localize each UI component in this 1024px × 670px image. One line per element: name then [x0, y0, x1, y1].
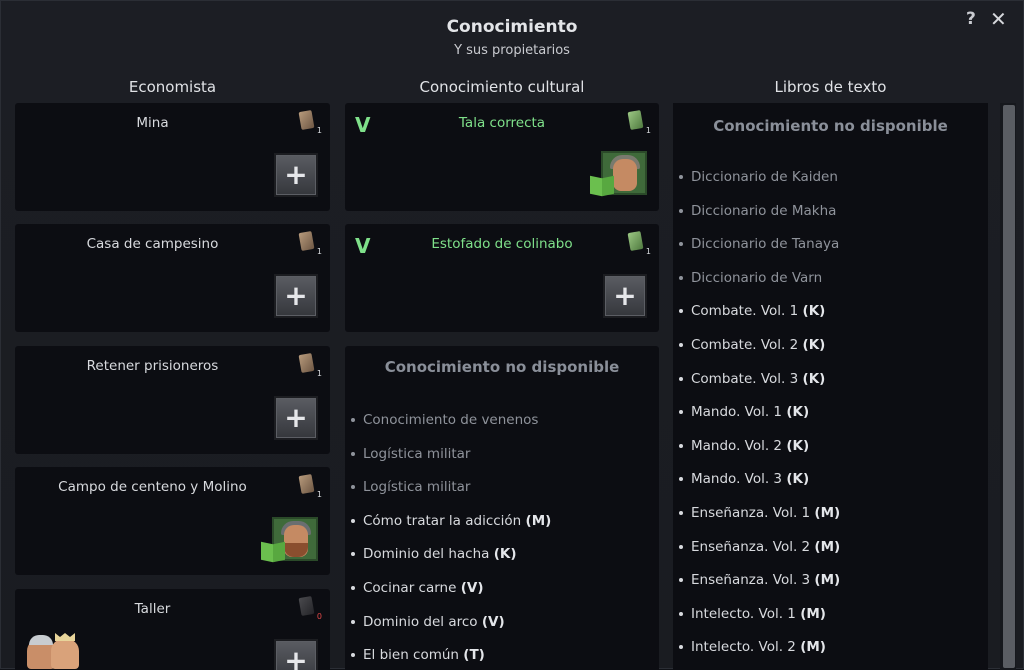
- list-item[interactable]: Combate. Vol. 3 (K): [673, 369, 988, 403]
- book-icon: 1: [627, 231, 651, 256]
- cultural-unavailable-list: Conocimiento de venenos Logística milita…: [345, 410, 659, 670]
- knowledge-card-mina: Mina 1 +: [15, 103, 330, 211]
- card-label: Taller: [134, 601, 171, 617]
- add-owner-button[interactable]: +: [274, 396, 318, 440]
- window-title: Conocimiento: [446, 17, 578, 37]
- book-icon: 1: [298, 110, 322, 135]
- card-label: Casa de campesino: [86, 236, 219, 252]
- panel-title: Conocimiento no disponible: [713, 117, 948, 135]
- list-item[interactable]: Intelecto. Vol. 2 (M): [673, 637, 988, 670]
- add-owner-button[interactable]: +: [274, 274, 318, 318]
- book-count: 0: [316, 612, 322, 621]
- book-icon: 1: [627, 110, 651, 135]
- list-item[interactable]: Mando. Vol. 2 (K): [673, 436, 988, 470]
- book-count: 1: [316, 247, 322, 256]
- knowledge-card-tala: V Tala correcta 1: [345, 103, 659, 211]
- list-item[interactable]: Cómo tratar la adicción (M): [345, 511, 659, 545]
- economist-column: Mina 1 + Casa de campesino 1 + Retener p…: [15, 103, 330, 670]
- column-header-cultural: Conocimiento cultural: [419, 78, 585, 96]
- list-item[interactable]: Enseñanza. Vol. 2 (M): [673, 537, 988, 571]
- list-item[interactable]: Logística militar: [345, 444, 659, 478]
- book-icon: 1: [298, 474, 322, 499]
- book-count: 1: [645, 247, 651, 256]
- knowledge-card-prisioneros: Retener prisioneros 1 +: [15, 346, 330, 454]
- window-subtitle: Y sus propietarios: [454, 43, 570, 58]
- list-item[interactable]: Enseñanza. Vol. 1 (M): [673, 503, 988, 537]
- list-item[interactable]: Cocinar carne (V): [345, 578, 659, 612]
- list-item[interactable]: Diccionario de Makha: [673, 201, 988, 235]
- card-label: Estofado de colinabo: [431, 236, 573, 252]
- panel-title: Conocimiento no disponible: [384, 358, 620, 376]
- list-item[interactable]: Combate. Vol. 2 (K): [673, 335, 988, 369]
- column-header-textbooks: Libros de texto: [774, 78, 887, 96]
- list-item[interactable]: El bien común (T): [345, 645, 659, 670]
- book-icon: 0: [298, 596, 322, 621]
- cultural-column: V Tala correcta 1 V Estofado de colinabo…: [345, 103, 659, 670]
- book-icon: 1: [298, 231, 322, 256]
- list-item[interactable]: Mando. Vol. 1 (K): [673, 402, 988, 436]
- knowledge-card-casa: Casa de campesino 1 +: [15, 224, 330, 332]
- list-item[interactable]: Dominio del arco (V): [345, 612, 659, 646]
- card-label: Retener prisioneros: [86, 358, 219, 374]
- avatar: [51, 633, 79, 669]
- textbooks-column: Conocimiento no disponible Diccionario d…: [673, 103, 988, 670]
- card-label: Mina: [136, 115, 169, 131]
- cultural-unavailable-panel: Conocimiento no disponible Conocimiento …: [345, 346, 659, 670]
- book-count: 1: [645, 126, 651, 135]
- add-owner-button[interactable]: +: [274, 153, 318, 197]
- list-item[interactable]: Logística militar: [345, 477, 659, 511]
- list-item[interactable]: Enseñanza. Vol. 3 (M): [673, 570, 988, 604]
- add-owner-button[interactable]: +: [603, 274, 647, 318]
- add-owner-button[interactable]: +: [274, 639, 318, 670]
- list-item[interactable]: Combate. Vol. 1 (K): [673, 301, 988, 335]
- book-count: 1: [316, 490, 322, 499]
- knowledge-card-estofado: V Estofado de colinabo 1 +: [345, 224, 659, 332]
- help-icon[interactable]: ?: [966, 9, 976, 29]
- card-label: Tala correcta: [458, 115, 546, 131]
- textbooks-unavailable-list: Diccionario de Kaiden Diccionario de Mak…: [673, 167, 988, 670]
- book-icon: 1: [298, 353, 322, 378]
- list-item[interactable]: Diccionario de Tanaya: [673, 234, 988, 268]
- open-book-icon: [590, 175, 614, 197]
- list-item[interactable]: Intelecto. Vol. 1 (M): [673, 604, 988, 638]
- column-header-economist: Economista: [128, 78, 217, 96]
- close-icon[interactable]: ✕: [990, 7, 1007, 31]
- list-item[interactable]: Diccionario de Kaiden: [673, 167, 988, 201]
- knowledge-card-centeno: Campo de centeno y Molino 1: [15, 467, 330, 575]
- list-item[interactable]: Mando. Vol. 3 (K): [673, 469, 988, 503]
- card-label: Campo de centeno y Molino: [58, 479, 247, 495]
- book-count: 1: [316, 369, 322, 378]
- scrollbar-thumb[interactable]: [1003, 105, 1015, 668]
- book-count: 1: [316, 126, 322, 135]
- knowledge-card-taller: Taller 0 +: [15, 589, 330, 670]
- list-item[interactable]: Dominio del hacha (K): [345, 544, 659, 578]
- workers-avatar-group: [27, 633, 87, 669]
- knowledge-window: Conocimiento Y sus propietarios ? ✕ Econ…: [0, 0, 1024, 670]
- list-item[interactable]: Conocimiento de venenos: [345, 410, 659, 444]
- open-book-icon: [261, 541, 285, 563]
- list-item[interactable]: Diccionario de Varn: [673, 268, 988, 302]
